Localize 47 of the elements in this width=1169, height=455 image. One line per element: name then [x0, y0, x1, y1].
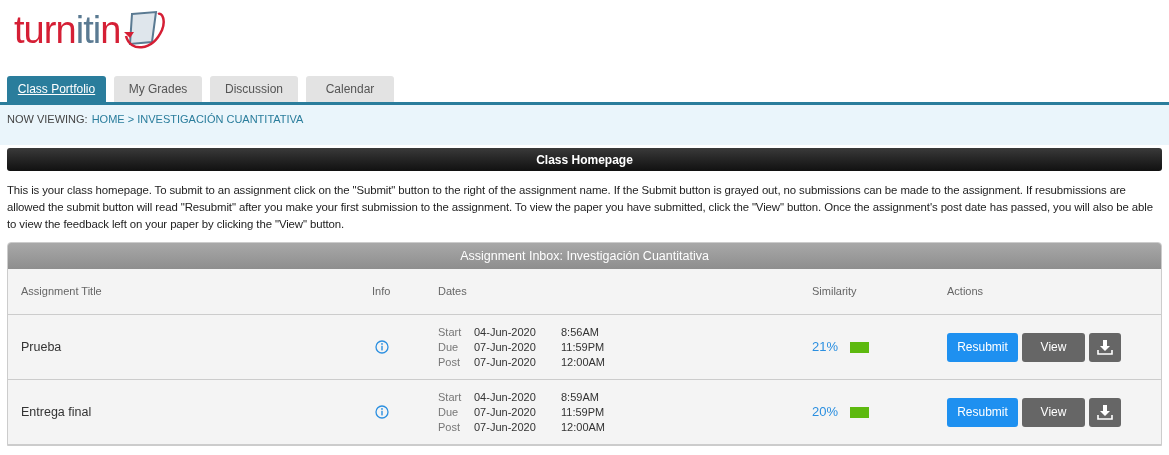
download-button[interactable] — [1089, 332, 1121, 362]
intro-paragraph: This is your class homepage. To submit to an assignment click on the "Submit" button to the right of the assignment name. If the Submit button is grayed out, no submissions can be made to the assignment. If resubmissions are allowed the submit button will read "Resubmit" after you make your first submission to the assignment. To view the paper you have submitted, click the "View" button. Once the assignment's post date has passed, you will also be able to view the feedback left on your paper by clicking the "View" button. — [6, 183, 1154, 232]
breadcrumb-label: NOW VIEWING: — [7, 111, 88, 127]
assignment-title: Entrega final — [20, 403, 93, 421]
page-header: Class Homepage — [7, 148, 1162, 171]
date-value: 07-Jun-2020 — [474, 339, 537, 355]
date-label: Post — [438, 419, 461, 435]
date-value: 07-Jun-2020 — [474, 404, 537, 420]
date-label: Start — [438, 389, 463, 405]
time-value: 11:59PM — [561, 404, 606, 420]
inbox-title: Assignment Inbox: Investigación Cuantitativa — [8, 243, 1161, 269]
breadcrumb-link[interactable]: HOME > INVESTIGACIÓN CUANTITATIVA — [91, 110, 304, 128]
date-value: 04-Jun-2020 — [474, 324, 537, 340]
turnitin-logo: turnitin — [14, 6, 167, 54]
download-button[interactable] — [1089, 397, 1121, 427]
date-label: Due — [438, 339, 460, 355]
date-label: Post — [438, 354, 461, 370]
column-header: Dates — [438, 284, 468, 300]
date-value: 07-Jun-2020 — [474, 354, 537, 370]
view-button[interactable]: View — [1022, 332, 1085, 362]
info-icon[interactable] — [375, 340, 389, 354]
similarity-score[interactable]: 21% — [812, 337, 839, 357]
column-header: Assignment Title — [20, 284, 103, 300]
download-icon — [1097, 404, 1113, 420]
tab[interactable]: My Grades — [114, 76, 202, 102]
time-value: 11:59PM — [561, 339, 606, 355]
resubmit-button[interactable]: Resubmit — [947, 332, 1018, 362]
assignment-title: Prueba — [20, 338, 63, 356]
column-header: Actions — [947, 284, 985, 300]
time-value: 8:59AM — [561, 389, 600, 405]
info-icon[interactable] — [375, 405, 389, 419]
time-value: 12:00AM — [561, 419, 607, 435]
tab[interactable]: Discussion — [210, 76, 298, 102]
column-header: Similarity — [812, 284, 858, 300]
column-header: Info — [371, 284, 392, 300]
download-icon — [1097, 339, 1113, 355]
similarity-score[interactable]: 20% — [812, 402, 839, 422]
view-button[interactable]: View — [1022, 397, 1085, 427]
time-value: 12:00AM — [561, 354, 607, 370]
resubmit-button[interactable]: Resubmit — [947, 397, 1018, 427]
date-value: 07-Jun-2020 — [474, 419, 537, 435]
tab[interactable]: Class Portfolio — [7, 76, 106, 102]
tab[interactable]: Calendar — [306, 76, 394, 102]
date-label: Start — [438, 324, 463, 340]
date-value: 04-Jun-2020 — [474, 389, 537, 405]
time-value: 8:56AM — [561, 324, 600, 340]
date-label: Due — [438, 404, 460, 420]
